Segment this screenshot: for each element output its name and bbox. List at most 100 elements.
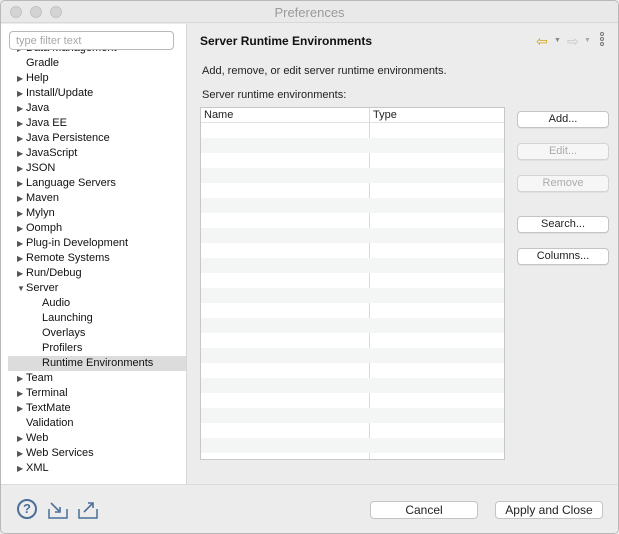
table-row[interactable] (201, 363, 504, 378)
view-menu-icon[interactable] (600, 32, 606, 48)
table-row[interactable] (201, 123, 504, 138)
tree-item-label: Validation (26, 417, 74, 429)
filter-input[interactable] (9, 31, 174, 50)
cancel-button[interactable]: Cancel (370, 501, 478, 519)
tree-item[interactable]: ▶ Java (8, 101, 186, 116)
title-bar: Preferences (1, 1, 618, 23)
tree-item[interactable]: ▶ Mylyn (8, 206, 186, 221)
table-row[interactable] (201, 303, 504, 318)
tree-item[interactable]: ▶ Plug-in Development (8, 236, 186, 251)
page-description: Add, remove, or edit server runtime envi… (202, 65, 447, 77)
tree-item[interactable]: ▶ Install/Update (8, 86, 186, 101)
tree-item[interactable]: ▼ Server (8, 281, 186, 296)
table-row[interactable] (201, 168, 504, 183)
table-row[interactable] (201, 243, 504, 258)
export-icon[interactable] (77, 500, 99, 520)
table-row[interactable] (201, 288, 504, 303)
apply-and-close-button[interactable]: Apply and Close (495, 501, 603, 519)
tree-item-label: Server (26, 282, 59, 294)
tree-item[interactable]: ▶ Java EE (8, 116, 186, 131)
table-row[interactable] (201, 438, 504, 453)
table-row[interactable] (201, 228, 504, 243)
column-header-name[interactable]: Name (204, 109, 233, 121)
tree-item-label: TextMate (26, 402, 71, 414)
tree-item[interactable]: ▶ XML (8, 461, 186, 476)
tree-item-label: Profilers (42, 342, 83, 354)
table-row[interactable] (201, 408, 504, 423)
tree-item[interactable]: Overlays (8, 326, 186, 341)
table-row[interactable] (201, 138, 504, 153)
tree-item-label: Oomph (26, 222, 63, 234)
tree-list: ▶ Data Management Gradle ▶ Help ▶ Install/Upda… (8, 48, 186, 476)
tree-item[interactable]: ▶ Team (8, 371, 186, 386)
table-row[interactable] (201, 258, 504, 273)
tree-item[interactable]: ▶ JavaScript (8, 146, 186, 161)
table-row[interactable] (201, 183, 504, 198)
dialog-footer: ? Cancel Apply and Close (1, 484, 618, 533)
tree-item[interactable]: Profilers (8, 341, 186, 356)
tree-item-label: Audio (42, 297, 71, 309)
tree-item[interactable]: ▶ Language Servers (8, 176, 186, 191)
forward-history-dropdown-icon[interactable]: ▼ (584, 37, 591, 44)
table-row[interactable] (201, 423, 504, 438)
tree-item-label: XML (26, 462, 49, 474)
tree-item-label: Remote Systems (26, 252, 110, 264)
columns-button[interactable]: Columns... (517, 248, 609, 265)
table-row[interactable] (201, 273, 504, 288)
edit-button[interactable]: Edit... (517, 143, 609, 160)
tree-item[interactable]: Validation (8, 416, 186, 431)
tree-item-label: Java Persistence (26, 132, 110, 144)
page-title: Server Runtime Environments (200, 34, 373, 48)
table-row[interactable] (201, 378, 504, 393)
tree-item-label: Run/Debug (26, 267, 82, 279)
tree-item-label: Launching (42, 312, 93, 324)
table-row[interactable] (201, 333, 504, 348)
tree-item[interactable]: ▶ Terminal (8, 386, 186, 401)
tree-item-label: Help (26, 72, 49, 84)
search-button[interactable]: Search... (517, 216, 609, 233)
tree-item[interactable]: ▶ Help (8, 71, 186, 86)
table-row[interactable] (201, 198, 504, 213)
tree-item-label: Language Servers (26, 177, 116, 189)
runtime-table-label: Server runtime environments: (202, 89, 347, 101)
tree-item-label: Terminal (26, 387, 68, 399)
table-rows (201, 123, 504, 453)
tree-item-label: Java EE (26, 117, 67, 129)
table-row[interactable] (201, 153, 504, 168)
tree-item[interactable]: ▶ Java Persistence (8, 131, 186, 146)
tree-item-label: JSON (26, 162, 56, 174)
tree-item-label: JavaScript (26, 147, 78, 159)
tree-item[interactable]: ▶ TextMate (8, 401, 186, 416)
tree-item-label: Java (26, 102, 50, 114)
column-header-type[interactable]: Type (373, 109, 397, 121)
tree-item[interactable]: ▶ Maven (8, 191, 186, 206)
preferences-tree: ▶ Data Management Gradle ▶ Help ▶ Install/Upda… (8, 48, 186, 484)
tree-item-label: Web (26, 432, 49, 444)
tree-item[interactable]: ▶ Remote Systems (8, 251, 186, 266)
tree-item[interactable]: ▶ Oomph (8, 221, 186, 236)
table-row[interactable] (201, 348, 504, 363)
table-row[interactable] (201, 318, 504, 333)
table-row[interactable] (201, 393, 504, 408)
tree-item[interactable]: Audio (8, 296, 186, 311)
tree-item-label: Overlays (42, 327, 86, 339)
back-arrow-icon[interactable]: ⇦ (536, 33, 548, 50)
tree-item-label: Team (26, 372, 53, 384)
remove-button[interactable]: Remove (517, 175, 609, 192)
runtime-environments-table[interactable]: Name Type (200, 107, 505, 460)
table-row[interactable] (201, 213, 504, 228)
tree-item[interactable]: Runtime Environments (8, 356, 186, 371)
tree-item[interactable]: ▶ Web (8, 431, 186, 446)
tree-item[interactable]: ▶ JSON (8, 161, 186, 176)
table-header: Name Type (201, 108, 504, 123)
tree-item[interactable]: Gradle (8, 56, 186, 71)
tree-item-label: Maven (26, 192, 60, 204)
add-button[interactable]: Add... (517, 111, 609, 128)
forward-arrow-icon[interactable]: ⇨ (567, 33, 579, 50)
import-icon[interactable] (47, 500, 69, 520)
back-history-dropdown-icon[interactable]: ▼ (554, 37, 561, 44)
help-icon[interactable]: ? (17, 499, 37, 519)
tree-item[interactable]: ▶ Run/Debug (8, 266, 186, 281)
tree-item[interactable]: ▶ Web Services (8, 446, 186, 461)
tree-item[interactable]: Launching (8, 311, 186, 326)
